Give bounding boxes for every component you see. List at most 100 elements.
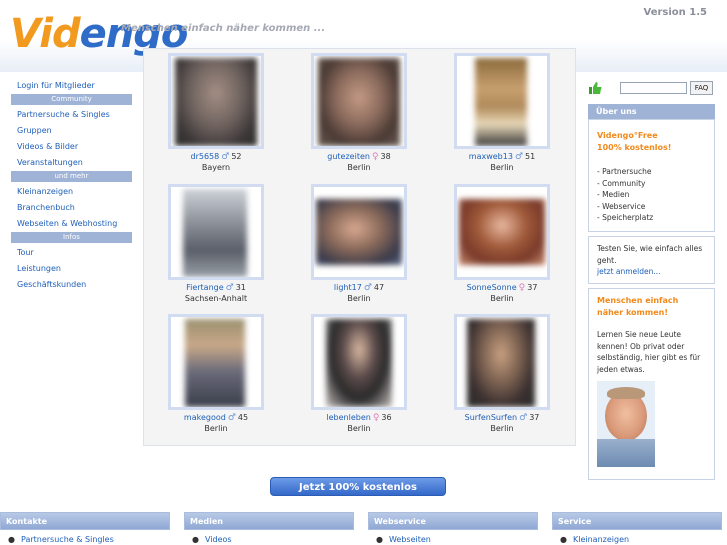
member-card[interactable]: dr5658 ♂ 52 Bayern (168, 53, 264, 173)
bullet-icon: ● (192, 535, 199, 544)
about-title: Videngo°Free (597, 131, 658, 140)
nav-partnersuche[interactable]: Partnersuche & Singles (11, 107, 132, 123)
nav-kleinanzeigen[interactable]: Kleinanzeigen (11, 184, 132, 200)
nav-branchenbuch[interactable]: Branchenbuch (11, 200, 132, 216)
test-text: Testen Sie, wie einfach alles geht. (597, 244, 703, 265)
feature-item: - Webservice (597, 201, 646, 211)
member-card[interactable]: Fiertange ♂ 31 Sachsen-Anhalt (168, 184, 264, 304)
member-city: Berlin (347, 163, 371, 172)
meet-title: Menschen einfach näher kommen! (597, 296, 679, 317)
left-navigation: Login für Mitglieder Community Partnersu… (11, 78, 132, 293)
female-icon: ♀ (372, 413, 380, 423)
slogan: Menschen einfach näher kommen ... (121, 23, 326, 34)
member-age: 52 (231, 152, 242, 161)
about-subtitle: 100% kostenlos! (597, 143, 672, 152)
member-photo[interactable] (454, 314, 550, 410)
smiling-man-photo (597, 381, 655, 467)
member-username[interactable]: lebenleben (326, 413, 370, 422)
version-label: Version 1.5 (643, 7, 707, 18)
member-city: Berlin (490, 424, 514, 433)
member-age: 45 (237, 413, 249, 422)
footer-link[interactable]: Kleinanzeigen (573, 535, 629, 544)
nav-tour[interactable]: Tour (11, 245, 132, 261)
nav-webseiten[interactable]: Webseiten & Webhosting (11, 216, 132, 232)
footer-link[interactable]: Webseiten (389, 535, 431, 544)
footer-header: Webservice (368, 512, 538, 530)
footer-link[interactable]: Videos (205, 535, 232, 544)
member-city: Berlin (347, 424, 371, 433)
feature-item: - Speicherplatz (597, 213, 654, 222)
nav-leistungen[interactable]: Leistungen (11, 261, 132, 277)
member-photo[interactable] (311, 314, 407, 410)
male-icon: ♂ (519, 413, 528, 423)
member-card[interactable]: gutezeiten ♀ 38 Berlin (311, 53, 407, 173)
meet-text: Lernen Sie neue Leute kennen! Ob privat … (597, 330, 701, 374)
nav-veranstaltungen[interactable]: Veranstaltungen (11, 155, 132, 171)
member-photo[interactable] (454, 184, 550, 280)
member-photo[interactable] (168, 53, 264, 149)
feature-item: - Medien (597, 190, 630, 199)
nav-section-community: Community (11, 94, 132, 105)
footer-webservice: Webservice ● Webseiten (368, 512, 538, 545)
member-username[interactable]: makegood (184, 413, 226, 422)
feature-item: - Partnersuche (597, 167, 652, 176)
member-photo[interactable] (454, 53, 550, 149)
member-city: Bayern (201, 163, 231, 172)
member-age: 37 (527, 283, 538, 292)
nav-gruppen[interactable]: Gruppen (11, 123, 132, 139)
member-city: Berlin (204, 424, 228, 433)
member-city: Berlin (490, 294, 514, 303)
nav-geschaeftskunden[interactable]: Geschäftskunden (11, 277, 132, 293)
member-age: 31 (235, 283, 246, 292)
bullet-icon: ● (560, 535, 567, 544)
footer-header: Medien (184, 512, 354, 530)
footer-header: Service (552, 512, 722, 530)
footer-service: Service ● Kleinanzeigen (552, 512, 722, 545)
member-card[interactable]: makegood ♂ 45 Berlin (168, 314, 264, 434)
member-username[interactable]: dr5658 (191, 152, 220, 161)
member-age: 51 (525, 152, 536, 161)
member-card[interactable]: lebenleben ♀ 36 Berlin (311, 314, 407, 434)
search-input[interactable] (620, 82, 687, 94)
member-username[interactable]: maxweb13 (469, 152, 513, 161)
member-photo[interactable] (168, 184, 264, 280)
test-box: Testen Sie, wie einfach alles geht. jetz… (588, 236, 715, 284)
feature-item: - Community (597, 178, 646, 188)
faq-button[interactable]: FAQ (690, 81, 713, 95)
female-icon: ♀ (371, 152, 379, 162)
member-username[interactable]: gutezeiten (327, 152, 370, 161)
nav-videos-bilder[interactable]: Videos & Bilder (11, 139, 132, 155)
member-city: Berlin (490, 163, 514, 172)
member-age: 38 (380, 152, 391, 161)
member-photo[interactable] (311, 184, 407, 280)
male-icon: ♂ (227, 413, 236, 423)
nav-section-more: und mehr (11, 171, 132, 182)
member-age: 36 (381, 413, 392, 422)
thumbs-up-icon (589, 82, 602, 94)
member-card[interactable]: light17 ♂ 47 Berlin (311, 184, 407, 304)
bullet-icon: ● (8, 535, 15, 544)
member-username[interactable]: Fiertange (186, 283, 224, 292)
member-age: 37 (529, 413, 540, 422)
member-username[interactable]: SurfenSurfen (465, 413, 518, 422)
member-city: Sachsen-Anhalt (184, 294, 248, 303)
about-box: Videngo°Free 100% kostenlos! - Partnersu… (588, 119, 715, 232)
login-link[interactable]: Login für Mitglieder (11, 78, 132, 94)
about-header: Über uns (588, 104, 715, 119)
member-username[interactable]: SonneSonne (467, 283, 517, 292)
member-photo[interactable] (311, 53, 407, 149)
bullet-icon: ● (376, 535, 383, 544)
member-card[interactable]: SonneSonne ♀ 37 Berlin (454, 184, 550, 304)
member-card[interactable]: SurfenSurfen ♂ 37 Berlin (454, 314, 550, 434)
member-username[interactable]: light17 (334, 283, 362, 292)
signup-button[interactable]: Jetzt 100% kostenlos anmelden! (270, 477, 446, 512)
meet-box: Menschen einfach näher kommen! Lernen Si… (588, 288, 715, 480)
member-grid: dr5658 ♂ 52 Bayern gutezeiten ♀ 38 Berlin ma… (143, 48, 576, 446)
member-card[interactable]: maxweb13 ♂ 51 Berlin (454, 53, 550, 173)
register-link[interactable]: jetzt anmelden... (597, 266, 706, 278)
footer-medien: Medien ● Videos (184, 512, 354, 545)
footer-kontakte: Kontakte ● Partnersuche & Singles (0, 512, 170, 545)
footer-header: Kontakte (0, 512, 170, 530)
member-photo[interactable] (168, 314, 264, 410)
footer-link[interactable]: Partnersuche & Singles (21, 535, 114, 544)
